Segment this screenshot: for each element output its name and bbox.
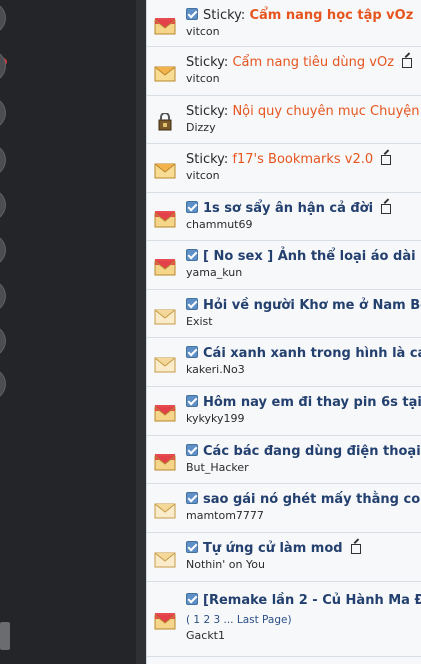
thread-author[interactable]: chammut69: [186, 218, 252, 231]
thread-title-link[interactable]: 1s sơ sẩy ân hận cả đời: [203, 201, 373, 216]
thread-title[interactable]: Sticky: Cẩm nang tiêu dùng vOz: [186, 55, 413, 71]
thread-title-link[interactable]: Cẩm nang học tập vOz: [249, 8, 413, 23]
envelope-tan-icon: [154, 501, 176, 519]
envelope-tan-icon: [154, 307, 176, 325]
sidebar: [0, 0, 136, 664]
thread-row[interactable]: sao gái nó ghét mấy thằng con mamtom7777: [147, 484, 421, 533]
checked-icon: [186, 346, 198, 358]
thread-author[interactable]: Dizzy: [186, 121, 216, 134]
thread-title-link[interactable]: Cái xanh xanh trong hình là cái: [203, 346, 421, 361]
thread-row[interactable]: Sticky: Nội quy chuyên mục Chuyện Dizzy: [147, 96, 421, 144]
checked-icon: [186, 593, 198, 605]
thread-row[interactable]: [ No sex ] Ảnh thể loại áo dài n yama_kun: [147, 241, 421, 290]
sidebar-tab-handle[interactable]: [0, 2, 6, 34]
thread-title[interactable]: Hôm nay em đi thay pin 6s tại: [186, 395, 421, 411]
checked-icon: [186, 395, 198, 407]
lock-icon: [154, 112, 176, 131]
envelope-orange-icon: [154, 161, 176, 179]
sidebar-tab-handle[interactable]: [0, 144, 6, 176]
sidebar-tab-handle[interactable]: [0, 234, 6, 266]
thread-row[interactable]: Tự ứng cử làm mod Nothin' on You: [147, 533, 421, 582]
thread-row[interactable]: Cái xanh xanh trong hình là cái kakeri.No…: [147, 338, 421, 387]
thread-title-link[interactable]: Nội quy chuyên mục Chuyện: [232, 104, 419, 119]
thread-title-link[interactable]: f17's Bookmarks v2.0: [232, 152, 373, 167]
thread-title[interactable]: Tự ứng cử làm mod: [186, 541, 361, 557]
thread-author[interactable]: yama_kun: [186, 266, 242, 279]
sticky-label: Sticky:: [186, 55, 233, 70]
checked-icon: [186, 492, 198, 504]
checked-icon: [186, 541, 198, 553]
thread-title[interactable]: [Remake lần 2 - Củ Hành Ma Đ: [186, 593, 421, 609]
thread-author[interactable]: vitcon: [186, 169, 220, 182]
thread-title[interactable]: sao gái nó ghét mấy thằng con: [186, 492, 421, 508]
checked-icon: [186, 8, 198, 20]
thread-title[interactable]: Các bác đang dùng điện thoại g: [186, 444, 421, 460]
thread-pages[interactable]: ( 1 2 3 ... Last Page): [186, 614, 292, 627]
thread-list: Sticky: Cẩm nang học tập vOz vitcon Sticky…: [146, 0, 421, 664]
thread-title[interactable]: Sticky: f17's Bookmarks v2.0: [186, 152, 392, 168]
checked-icon: [186, 249, 198, 261]
thread-author[interactable]: vitcon: [186, 25, 220, 38]
thread-title-link[interactable]: [ No sex ] Ảnh thể loại áo dài n: [203, 249, 421, 264]
thread-row[interactable]: [Remake lần 2 - Củ Hành Ma Đ ( 1 2 3 ... …: [147, 582, 421, 657]
envelope-red-icon: [154, 612, 176, 630]
envelope-tan-icon: [154, 355, 176, 373]
sticky-label: Sticky:: [203, 8, 250, 23]
thread-title-link[interactable]: Hôm nay em đi thay pin 6s tại: [203, 395, 421, 410]
thread-title[interactable]: Sticky: Cẩm nang học tập vOz: [186, 8, 413, 24]
thread-author[interactable]: mamtom7777: [186, 509, 264, 522]
sidebar-tab-handle[interactable]: [0, 97, 6, 129]
thread-title-link[interactable]: Cẩm nang tiêu dùng vOz: [232, 55, 394, 70]
thread-title-link[interactable]: sao gái nó ghét mấy thằng con: [203, 492, 421, 507]
thread-author[interactable]: kakeri.No3: [186, 363, 245, 376]
thread-row[interactable]: 1s sơ sẩy ân hận cả đời chammut69: [147, 193, 421, 241]
thread-row[interactable]: Hỏi về người Khơ me ở Nam Bộ Exist: [147, 290, 421, 338]
thread-author[interactable]: Gackt1: [186, 629, 225, 642]
external-link-icon[interactable]: [381, 153, 392, 165]
thread-title-link[interactable]: [Remake lần 2 - Củ Hành Ma Đ: [203, 593, 421, 608]
envelope-red-icon: [154, 258, 176, 276]
thread-row[interactable]: Các bác đang dùng điện thoại g But_Hacker: [147, 436, 421, 484]
thread-row[interactable]: Hôm nay em đi thay pin 6s tại kykyky199: [147, 387, 421, 436]
envelope-orange-icon: [154, 64, 176, 82]
sidebar-tab-handle[interactable]: [0, 189, 6, 221]
envelope-red-icon: [154, 404, 176, 422]
external-link-icon[interactable]: [402, 56, 413, 68]
thread-list-panel: Sticky: Cẩm nang học tập vOz vitcon Sticky…: [136, 0, 421, 664]
thread-title[interactable]: Sticky: Nội quy chuyên mục Chuyện: [186, 104, 420, 120]
thread-title-link[interactable]: Tự ứng cử làm mod: [203, 541, 343, 556]
sticky-label: Sticky:: [186, 152, 233, 167]
envelope-tan-icon: [154, 550, 176, 568]
thread-author[interactable]: But_Hacker: [186, 461, 249, 474]
external-link-icon[interactable]: [381, 202, 392, 214]
thread-title[interactable]: [ No sex ] Ảnh thể loại áo dài n: [186, 249, 421, 265]
sidebar-tab-handle[interactable]: [0, 368, 6, 400]
thread-author[interactable]: kykyky199: [186, 412, 244, 425]
thread-title[interactable]: Cái xanh xanh trong hình là cái: [186, 346, 421, 362]
sidebar-tab-handle[interactable]: [0, 325, 6, 357]
checked-icon: [186, 298, 198, 310]
envelope-red-icon: [154, 17, 176, 35]
thread-title-link[interactable]: Các bác đang dùng điện thoại g: [203, 444, 421, 459]
sidebar-tab-handle[interactable]: [0, 280, 6, 312]
sidebar-scroll-marker[interactable]: [0, 622, 10, 650]
thread-title[interactable]: 1s sơ sẩy ân hận cả đời: [186, 201, 392, 217]
envelope-red-icon: [154, 210, 176, 228]
thread-author[interactable]: Nothin' on You: [186, 558, 265, 571]
thread-title-link[interactable]: Hỏi về người Khơ me ở Nam Bộ: [203, 298, 421, 313]
sticky-label: Sticky:: [186, 104, 233, 119]
sidebar-tab-handle[interactable]: [0, 50, 6, 82]
external-link-icon[interactable]: [350, 542, 361, 554]
thread-title[interactable]: Hỏi về người Khơ me ở Nam Bộ: [186, 298, 421, 314]
thread-author[interactable]: vitcon: [186, 72, 220, 85]
checked-icon: [186, 201, 198, 213]
checked-icon: [186, 444, 198, 456]
thread-row[interactable]: Sticky: f17's Bookmarks v2.0 vitcon: [147, 144, 421, 193]
envelope-red-icon: [154, 453, 176, 471]
thread-row[interactable]: Sticky: Cẩm nang tiêu dùng vOz vitcon: [147, 47, 421, 96]
thread-author[interactable]: Exist: [186, 315, 213, 328]
thread-row[interactable]: Sticky: Cẩm nang học tập vOz vitcon: [147, 0, 421, 47]
